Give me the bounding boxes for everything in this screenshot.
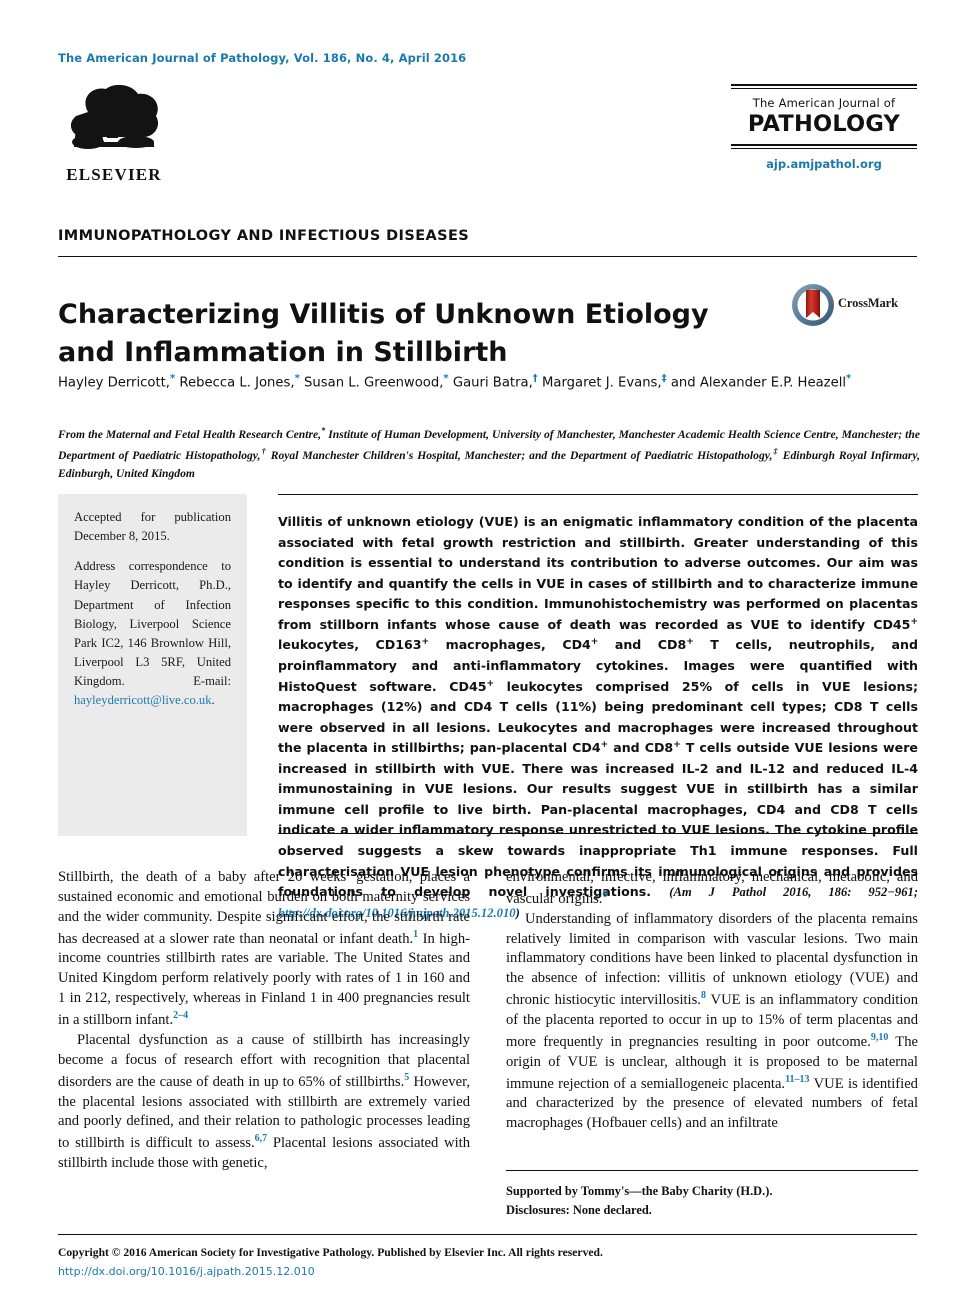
author-name: Gauri Batra, — [452, 375, 533, 391]
masthead-rule-bottom-thin — [731, 148, 917, 149]
abstract-rule-bottom — [278, 833, 918, 834]
section-heading: IMMUNOPATHOLOGY AND INFECTIOUS DISEASES — [58, 228, 470, 244]
author-affiliation-mark: † — [532, 373, 538, 384]
body-paragraph: environmental, infective, inflammatory, … — [506, 869, 918, 907]
author-affiliation-mark: * — [169, 373, 176, 384]
crossmark-label: CrossMark — [838, 296, 898, 310]
superscript-plus: + — [590, 637, 599, 648]
correspondence-block: Address correspondence to Hayley Derrico… — [74, 557, 231, 710]
superscript-plus: + — [686, 637, 694, 648]
author-name: Susan L. Greenwood, — [304, 375, 444, 391]
journal-website-link[interactable]: ajp.amjpathol.org — [731, 157, 917, 171]
reference-marker[interactable]: 8 — [701, 990, 706, 1001]
author-name: Rebecca L. Jones, — [179, 375, 295, 391]
masthead-rule-top-thick — [731, 84, 917, 86]
journal-masthead: The American Journal of PATHOLOGY ajp.am… — [731, 84, 917, 171]
abstract-rule-top — [278, 494, 918, 495]
body-paragraph: Placental dysfunction as a cause of stil… — [58, 1031, 470, 1172]
masthead-title: PATHOLOGY — [747, 111, 901, 137]
masthead-subtitle: The American Journal of — [752, 96, 896, 110]
superscript-plus: + — [673, 740, 681, 751]
superscript-plus: + — [421, 637, 430, 648]
affiliations: From the Maternal and Fetal Health Resea… — [58, 425, 921, 481]
superscript-plus: + — [486, 678, 495, 689]
disclosures-note: Disclosures: None declared. — [506, 1202, 652, 1217]
superscript-plus: + — [600, 740, 609, 751]
author-name: Margaret J. Evans, — [542, 375, 662, 391]
author-affiliation-mark: * — [846, 373, 852, 384]
copyright-text: Copyright © 2016 American Society for In… — [58, 1246, 603, 1259]
abstract-text: Villitis of unknown etiology (VUE) is an… — [278, 514, 918, 900]
reference-marker[interactable]: 9,10 — [871, 1032, 889, 1043]
elsevier-wordmark: ELSEVIER — [66, 165, 162, 184]
reference-marker[interactable]: 6 — [602, 889, 607, 900]
reference-marker[interactable]: 2‒4 — [173, 1010, 188, 1021]
article-page: The American Journal of Pathology, Vol. … — [0, 0, 975, 1305]
funding-note: Supported by Tommy's—the Baby Charity (H… — [506, 1184, 773, 1198]
author-affiliation-mark: * — [294, 373, 300, 384]
affiliation-mark: † — [260, 445, 267, 456]
footnotes: Supported by Tommy's—the Baby Charity (H… — [506, 1182, 918, 1219]
masthead-rule-bottom-thick — [731, 144, 917, 146]
article-info-sidebar: Accepted for publication December 8, 201… — [58, 494, 247, 836]
reference-marker[interactable]: 1 — [413, 929, 418, 940]
author-affiliation-mark: ‡ — [661, 373, 667, 384]
body-paragraph: Understanding of inflammatory disorders … — [506, 910, 918, 1132]
author-affiliation-mark: * — [443, 373, 449, 384]
journal-issue-line: The American Journal of Pathology, Vol. … — [58, 51, 467, 65]
page-title: Characterizing Villitis of Unknown Etiol… — [58, 299, 709, 369]
reference-marker[interactable]: 6,7 — [255, 1133, 268, 1144]
abstract: Villitis of unknown etiology (VUE) is an… — [278, 512, 918, 923]
section-divider — [58, 256, 917, 257]
body-paragraph: Stillbirth, the death of a baby after 20… — [58, 869, 470, 1029]
reference-marker[interactable]: 11‒13 — [785, 1074, 809, 1085]
masthead-rule-top-thin — [731, 88, 917, 89]
crossmark-icon — [792, 284, 834, 326]
correspondence-email-link[interactable]: hayleyderricott@live.co.uk — [74, 693, 212, 707]
footer-doi-link[interactable]: http://dx.doi.org/10.1016/j.ajpath.2015.… — [58, 1263, 918, 1281]
body-column-left: Stillbirth, the death of a baby after 20… — [58, 868, 470, 1174]
superscript-plus: + — [910, 616, 918, 627]
author-name: Hayley Derricott, — [58, 375, 170, 391]
crossmark-badge[interactable]: CrossMark — [791, 283, 921, 327]
page-footer: Copyright © 2016 American Society for In… — [58, 1244, 918, 1281]
author-name: and Alexander E.P. Heazell — [670, 375, 847, 391]
author-list: Hayley Derricott,* Rebecca L. Jones,* Su… — [58, 372, 920, 393]
footnote-divider — [506, 1170, 918, 1171]
email-period: . — [211, 693, 215, 708]
footer-divider — [58, 1234, 917, 1235]
accepted-date: Accepted for publication December 8, 201… — [74, 510, 231, 544]
affiliation-mark: ‡ — [772, 445, 779, 456]
affiliation-mark: * — [321, 425, 326, 435]
correspondence-text: Address correspondence to Hayley Derrico… — [74, 559, 231, 689]
body-column-right: environmental, infective, inflammatory, … — [506, 868, 918, 1134]
reference-marker[interactable]: 5 — [404, 1072, 409, 1083]
